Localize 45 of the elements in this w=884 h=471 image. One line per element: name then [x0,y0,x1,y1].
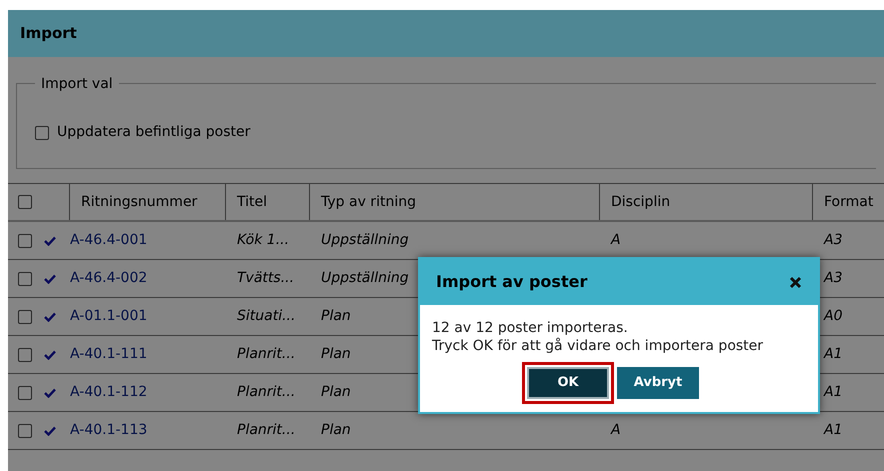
table-cell: Planrit... [237,346,296,362]
checkbox[interactable] [18,195,32,209]
table-cell: Plan [321,346,351,362]
table-cell: A0 [824,308,842,324]
column-header[interactable]: Titel [237,192,268,212]
checkbox[interactable] [18,234,32,248]
column-header[interactable]: Format [824,192,874,212]
checkbox[interactable] [18,348,32,362]
table-cell: A3 [824,270,842,286]
table-cell: Kök 1... [237,232,290,248]
checkbox[interactable] [18,272,32,286]
table-cell: Plan [321,422,351,438]
checkbox[interactable] [18,424,32,438]
table-cell: A1 [824,384,842,400]
table-cell: A1 [824,422,842,438]
drawing-number-link[interactable]: A-40.1-112 [70,384,148,400]
table-cell: A [611,232,621,248]
table-cell: A3 [824,232,842,248]
window-title: Import [20,23,77,44]
drawing-number-link[interactable]: A-40.1-111 [70,346,148,362]
table-cell: A [611,422,621,438]
drawing-number-link[interactable]: A-01.1-001 [70,308,148,324]
dialog-message: 12 av 12 poster importeras. Tryck OK för att gå vidare och importera poster [432,319,764,355]
column-header[interactable]: Typ av ritning [321,192,416,212]
table-cell: Plan [321,384,351,400]
checkbox[interactable] [18,310,32,324]
table-cell: Planrit... [237,384,296,400]
column-header[interactable]: Disciplin [611,192,670,212]
drawing-number-link[interactable]: A-40.1-113 [70,422,148,438]
table-cell: Uppställning [321,270,409,286]
table-cell: Tvätts... [237,270,294,286]
column-header[interactable]: Ritningsnummer [81,192,198,212]
drawing-number-link[interactable]: A-46.4-001 [70,232,148,248]
drawing-number-link[interactable]: A-46.4-002 [70,270,148,286]
table-cell: Uppställning [321,232,409,248]
checkbox[interactable] [18,386,32,400]
table-cell: A1 [824,346,842,362]
dialog-button[interactable]: Avbryt [617,367,699,399]
table-cell: Plan [321,308,351,324]
table-cell: Planrit... [237,422,296,438]
dialog-title: Import av poster [436,271,588,293]
checkbox-label: Uppdatera befintliga poster [57,123,250,142]
close-icon[interactable] [789,276,802,288]
checkbox[interactable] [35,126,49,140]
table-cell: Situati... [237,308,296,324]
